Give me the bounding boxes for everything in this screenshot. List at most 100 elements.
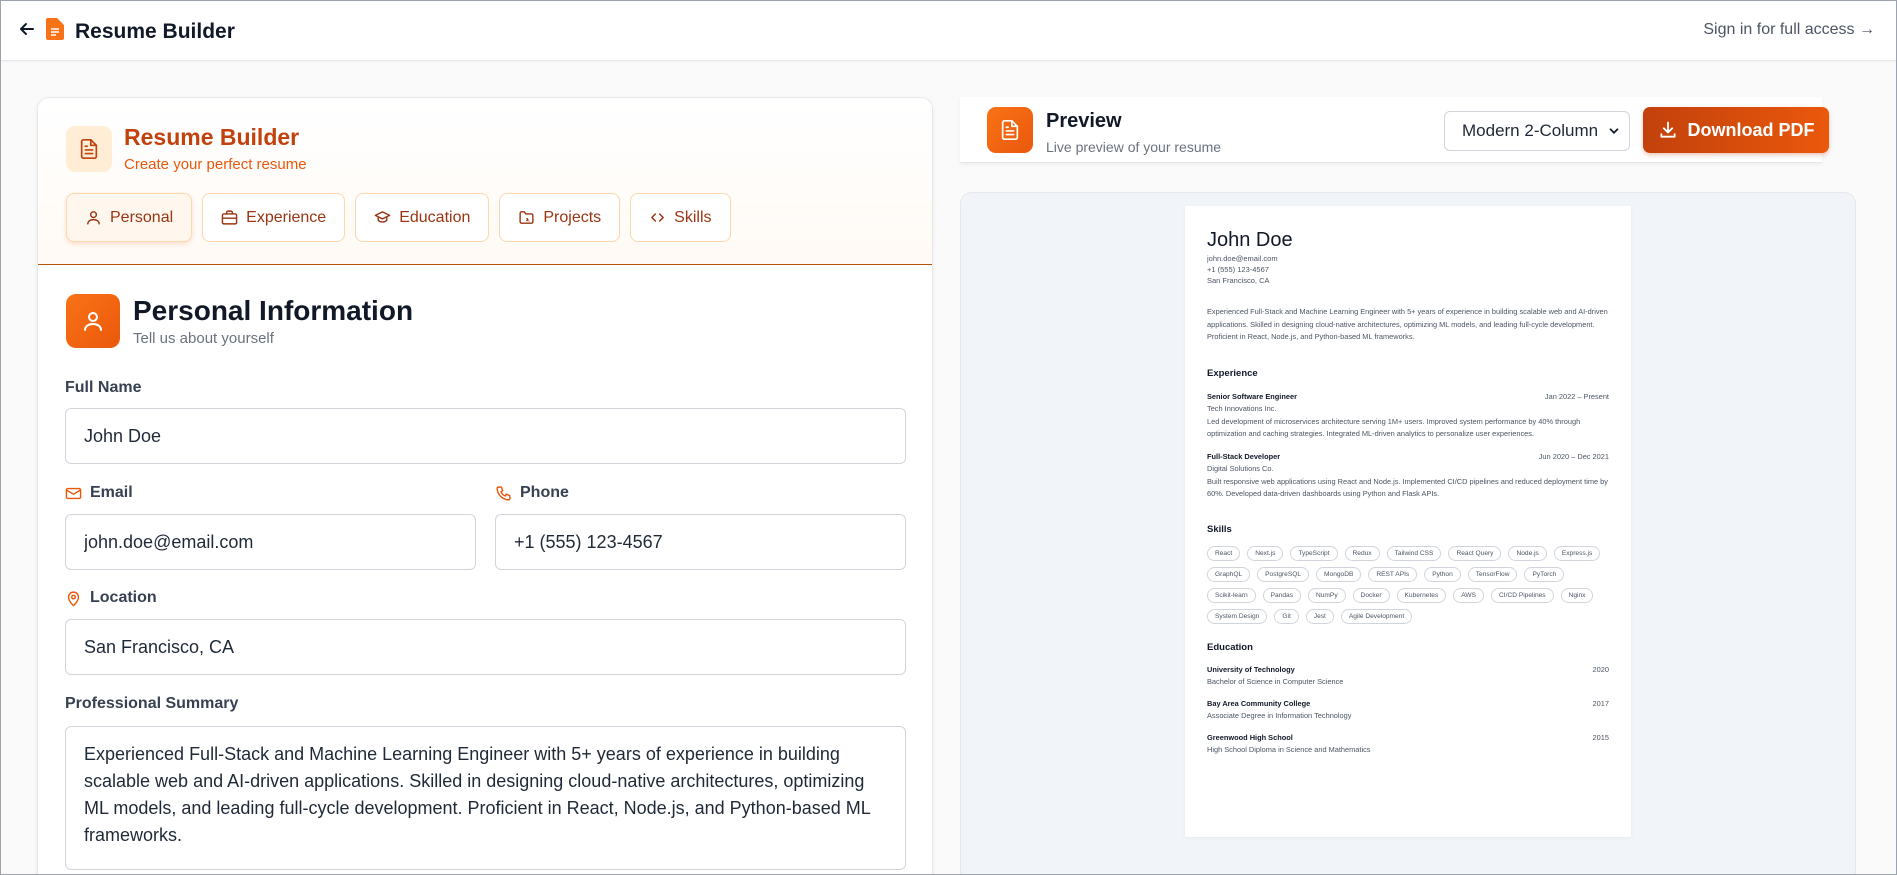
download-label: Download PDF bbox=[1687, 119, 1815, 140]
skill-chip: TensorFlow bbox=[1467, 567, 1518, 582]
resume-skills-list: React Next.js TypeScript Redux Tailwind CSS R… bbox=[1207, 546, 1612, 624]
skill-chip: React bbox=[1207, 546, 1241, 561]
skill-chip: Pandas bbox=[1262, 588, 1301, 603]
resume-job-description: Led development of microservices archite… bbox=[1207, 417, 1581, 438]
app-title: Resume Builder bbox=[75, 20, 235, 43]
resume-job-description: Built responsive web applications using … bbox=[1207, 477, 1608, 498]
file-text-icon bbox=[66, 126, 112, 172]
resume-degree: Bachelor of Science in Computer Science bbox=[1207, 677, 1344, 686]
editor-subtitle: Create your perfect resume bbox=[124, 156, 307, 173]
full-name-label-text: Full Name bbox=[65, 379, 142, 396]
resume-skills-heading: Skills bbox=[1207, 524, 1232, 535]
skill-chip: PostgreSQL bbox=[1257, 567, 1310, 582]
phone-label-text: Phone bbox=[520, 484, 569, 501]
editor-title: Resume Builder bbox=[124, 124, 300, 150]
tab-experience[interactable]: Experience bbox=[202, 193, 346, 242]
user-section-icon bbox=[66, 294, 120, 348]
skill-chip: Tailwind CSS bbox=[1386, 546, 1442, 561]
resume-school-year: 2020 bbox=[1592, 665, 1609, 674]
section-title: Personal Information bbox=[133, 295, 414, 326]
resume-job-dates: Jan 2022 – Present bbox=[1544, 392, 1609, 401]
skill-chip: Express.js bbox=[1553, 546, 1601, 561]
email-label: Email bbox=[65, 484, 133, 502]
resume-job-title: Senior Software Engineer bbox=[1207, 392, 1297, 401]
summary-label-text: Professional Summary bbox=[65, 695, 239, 712]
tab-label: Education bbox=[399, 208, 471, 226]
full-name-input[interactable] bbox=[65, 408, 906, 464]
tab-personal[interactable]: Personal bbox=[66, 193, 193, 242]
resume-name: John Doe bbox=[1207, 229, 1293, 251]
skill-chip: PyTorch bbox=[1524, 567, 1565, 582]
tab-label: Personal bbox=[110, 208, 174, 226]
sign-in-link[interactable]: Sign in for full access → bbox=[1703, 21, 1875, 39]
phone-input[interactable] bbox=[495, 514, 906, 570]
phone-icon bbox=[496, 485, 511, 501]
resume-phone: +1 (555) 123-4567 bbox=[1207, 265, 1269, 274]
back-arrow-icon[interactable] bbox=[17, 19, 37, 39]
mail-icon bbox=[65, 487, 82, 499]
resume-job-dates: Jun 2020 – Dec 2021 bbox=[1538, 452, 1609, 461]
resume-summary: Experienced Full-Stack and Machine Learn… bbox=[1207, 307, 1608, 341]
user-icon bbox=[87, 211, 100, 225]
template-select-value: Modern 2-Column bbox=[1462, 121, 1599, 140]
template-select[interactable]: Modern 2-Column bbox=[1444, 111, 1630, 151]
download-pdf-button[interactable]: Download PDF bbox=[1643, 107, 1829, 153]
skill-chip: Docker bbox=[1352, 588, 1390, 603]
resume-degree: Associate Degree in Information Technolo… bbox=[1207, 711, 1352, 720]
skill-chip: Node.js bbox=[1508, 546, 1547, 561]
resume-experience-heading: Experience bbox=[1207, 368, 1258, 379]
skill-chip: GraphQL bbox=[1207, 567, 1251, 582]
full-name-label: Full Name bbox=[65, 379, 141, 397]
resume-location: San Francisco, CA bbox=[1207, 276, 1270, 285]
graduation-cap-icon bbox=[374, 211, 391, 223]
chevron-down-icon bbox=[1609, 128, 1619, 134]
section-subtitle: Tell us about yourself bbox=[133, 330, 274, 347]
briefcase-icon bbox=[221, 210, 238, 225]
skill-chip: CI/CD Pipelines bbox=[1491, 588, 1554, 603]
tab-label: Projects bbox=[543, 208, 602, 226]
resume-school: Bay Area Community College bbox=[1207, 699, 1311, 708]
folder-icon bbox=[519, 211, 534, 224]
top-bar: Resume Builder Sign in for full access → bbox=[0, 0, 1897, 61]
skill-chip: Next.js bbox=[1247, 546, 1284, 561]
map-pin-icon bbox=[67, 590, 80, 607]
skill-chip: Kubernetes bbox=[1396, 588, 1447, 603]
skill-chip: MongoDB bbox=[1316, 567, 1362, 582]
editor-header: Resume Builder Create your perfect resum… bbox=[38, 98, 932, 265]
skill-chip: NumPy bbox=[1308, 588, 1346, 603]
preview-title: Preview bbox=[1046, 110, 1122, 132]
file-text-icon bbox=[987, 107, 1033, 153]
skill-chip: TypeScript bbox=[1290, 546, 1338, 561]
resume-school: University of Technology bbox=[1207, 665, 1295, 674]
tab-skills[interactable]: Skills bbox=[630, 193, 731, 242]
tab-projects[interactable]: Projects bbox=[499, 193, 621, 242]
summary-label: Professional Summary bbox=[65, 695, 238, 713]
location-label: Location bbox=[65, 589, 157, 607]
resume-job-company: Tech Innovations Inc. bbox=[1207, 404, 1277, 413]
resume-degree: High School Diploma in Science and Mathe… bbox=[1207, 745, 1371, 754]
resume-page: John Doe john.doe@email.com +1 (555) 123… bbox=[1185, 206, 1631, 837]
document-logo-icon bbox=[46, 18, 64, 40]
phone-label: Phone bbox=[495, 484, 569, 502]
summary-textarea[interactable]: Experienced Full-Stack and Machine Learn… bbox=[65, 726, 906, 870]
section-tabs: Personal Experience Education Projects S… bbox=[66, 193, 731, 242]
resume-school-year: 2015 bbox=[1592, 733, 1609, 742]
email-input[interactable] bbox=[65, 514, 476, 570]
resume-school-year: 2017 bbox=[1592, 699, 1609, 708]
tab-education[interactable]: Education bbox=[355, 193, 490, 242]
skill-chip: Scikit-learn bbox=[1207, 588, 1256, 603]
resume-email: john.doe@email.com bbox=[1207, 254, 1278, 263]
location-input[interactable] bbox=[65, 619, 906, 675]
preview-subtitle: Live preview of your resume bbox=[1046, 139, 1222, 155]
skill-chip: Git bbox=[1274, 609, 1299, 624]
editor-panel: Resume Builder Create your perfect resum… bbox=[37, 97, 933, 875]
skill-chip: System Design bbox=[1207, 609, 1268, 624]
skill-chip: REST APIs bbox=[1368, 567, 1418, 582]
resume-school: Greenwood High School bbox=[1207, 733, 1293, 742]
skill-chip: React Query bbox=[1448, 546, 1502, 561]
skill-chip: Agile Development bbox=[1340, 609, 1413, 624]
resume-job-company: Digital Solutions Co. bbox=[1207, 464, 1274, 473]
tab-label: Skills bbox=[674, 208, 712, 226]
skill-chip: Nginx bbox=[1560, 588, 1594, 603]
location-label-text: Location bbox=[90, 589, 157, 606]
